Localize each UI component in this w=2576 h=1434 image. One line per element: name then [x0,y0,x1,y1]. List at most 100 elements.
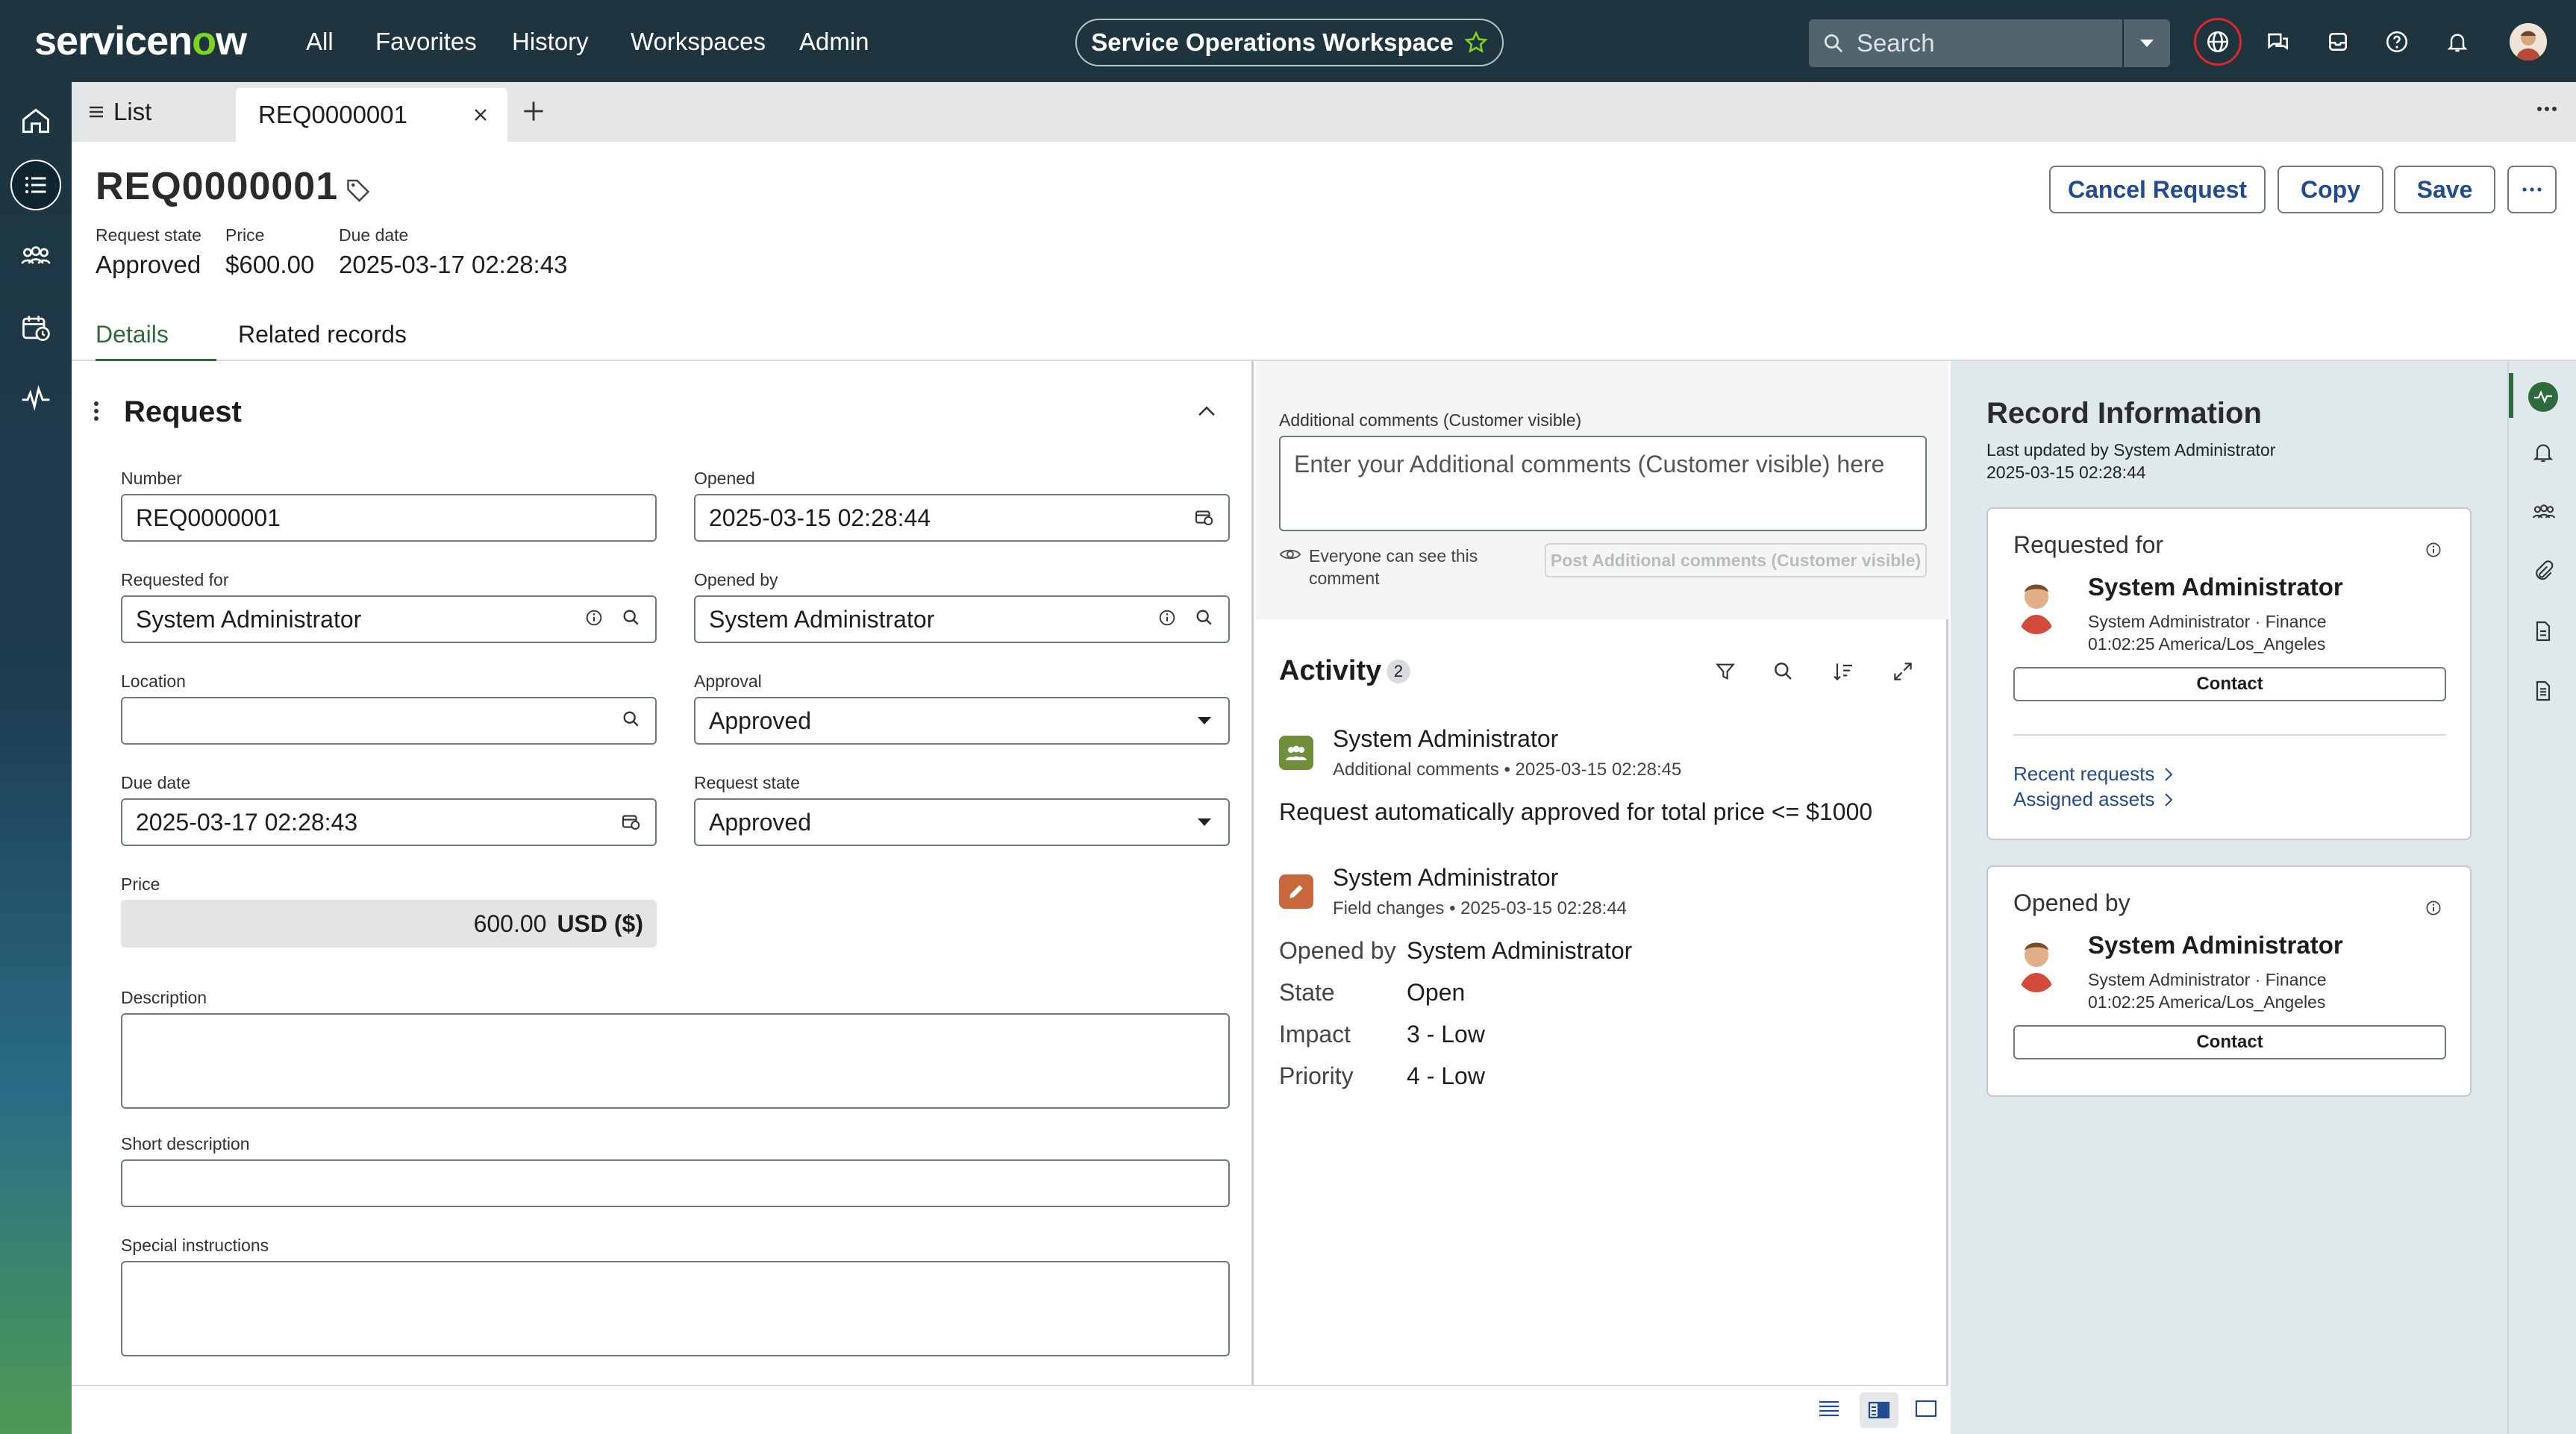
copy-button[interactable]: Copy [2278,166,2383,213]
info-icon[interactable] [2424,898,2443,918]
activity-author[interactable]: System Administrator [1333,864,1558,892]
post-comment-button[interactable]: Post Additional comments (Customer visib… [1545,543,1927,577]
search-scope-dropdown[interactable] [2124,19,2170,67]
due-date-field[interactable]: 2025-03-17 02:28:43 [121,798,657,846]
home-icon[interactable] [10,96,61,146]
close-tab-icon[interactable] [470,104,491,125]
save-button[interactable]: Save [2394,166,2495,213]
contact-button[interactable]: Contact [2013,1025,2446,1059]
layout-toggle-bar [72,1385,1948,1434]
activity-count-badge: 2 [1387,660,1410,683]
expand-icon[interactable] [1891,660,1915,683]
info-icon[interactable] [1157,607,1178,628]
nav-admin[interactable]: Admin [799,27,869,57]
inbox-icon[interactable] [2319,23,2357,60]
groups-icon[interactable] [2531,500,2557,525]
more-actions-button[interactable] [2507,166,2557,213]
nav-all[interactable]: All [306,27,334,57]
tab-record-label: REQ0000001 [258,101,407,128]
search-icon[interactable] [621,709,642,730]
info-icon[interactable] [584,607,604,628]
recent-requests-link[interactable]: Recent requests [2013,763,2174,786]
chat-icon[interactable] [2259,23,2296,60]
nav-history[interactable]: History [512,27,589,57]
comment-textarea[interactable]: Enter your Additional comments (Customer… [1279,436,1927,531]
contact-button[interactable]: Contact [2013,667,2446,701]
card-user-timezone: 01:02:25 America/Los_Angeles [2088,992,2326,1012]
more-horizontal-icon[interactable] [2536,104,2558,113]
global-search-input[interactable]: Search [1809,19,2122,67]
search-icon[interactable] [621,607,642,628]
star-icon[interactable] [1464,31,1488,54]
pulse-icon[interactable] [10,373,61,424]
workspace-switcher[interactable]: Service Operations Workspace [1075,19,1504,66]
calendar-clock-icon[interactable] [10,303,61,354]
opened-by-field[interactable]: System Administrator [694,595,1230,643]
globe-icon[interactable] [2194,18,2242,66]
knowledge-article-icon[interactable] [2531,679,2555,703]
tag-icon[interactable] [345,176,372,203]
chevron-up-icon[interactable] [1194,399,1219,425]
tab-req0000001[interactable]: REQ0000001 [236,88,507,142]
notifications-bell-icon[interactable] [2531,440,2555,464]
sort-icon[interactable] [1831,660,1855,683]
nav-favorites[interactable]: Favorites [375,27,477,57]
special-instructions-textarea[interactable] [121,1261,1230,1356]
opened-value: 2025-03-15 02:28:44 [709,504,931,531]
search-icon[interactable] [1194,607,1215,628]
tab-list[interactable]: List [72,82,236,142]
comment-placeholder: Enter your Additional comments (Customer… [1294,451,1885,478]
special-instructions-label: Special instructions [121,1236,269,1255]
location-field[interactable] [121,697,657,745]
caret-down-icon [2139,38,2155,48]
request-state-select[interactable]: Approved [694,798,1230,846]
caret-down-icon [1197,818,1212,827]
card-user-name[interactable]: System Administrator [2088,573,2343,601]
section-menu-icon[interactable] [93,400,100,422]
user-avatar[interactable] [2510,23,2547,60]
contextual-side-rail [2507,361,2576,1434]
split-view-icon[interactable] [1860,1392,1898,1428]
groups-icon[interactable] [10,231,61,282]
add-tab-icon[interactable] [519,97,548,125]
servicenow-logo[interactable]: servicenow [34,16,247,66]
document-icon[interactable] [2531,619,2555,643]
opened-by-card: Opened by System Administrator System Ad… [1986,865,2472,1097]
left-navigation-rail [0,82,72,1434]
tab-related-records[interactable]: Related records [216,321,407,348]
info-icon[interactable] [2424,540,2443,560]
opened-field[interactable]: 2025-03-15 02:28:44 [694,494,1230,542]
card-user-name[interactable]: System Administrator [2088,931,2343,959]
active-indicator [2509,373,2513,418]
calendar-icon[interactable] [1192,506,1215,528]
due-date-label: Due date [121,773,191,792]
card-heading: Opened by [2013,889,2130,916]
card-user-dept: System Administrator · Finance [2088,612,2327,631]
help-icon[interactable] [2378,23,2416,60]
approval-label: Approval [694,671,762,691]
activity-author[interactable]: System Administrator [1333,725,1558,753]
filter-icon[interactable] [1713,660,1737,683]
number-field[interactable]: REQ0000001 [121,494,657,542]
paperclip-icon[interactable] [2531,560,2555,583]
search-icon[interactable] [1772,660,1795,683]
approval-select[interactable]: Approved [694,697,1230,745]
notifications-bell-icon[interactable] [2439,23,2476,60]
field-change-value: 3 - Low [1407,1021,1485,1048]
short-description-input[interactable] [121,1159,1230,1207]
field-change-label: Impact [1279,1021,1351,1048]
header-due-label: Due date [339,225,409,245]
cancel-request-button[interactable]: Cancel Request [2049,166,2266,213]
description-textarea[interactable] [121,1013,1230,1109]
assigned-assets-link[interactable]: Assigned assets [2013,788,2174,811]
agent-assist-icon[interactable] [2527,381,2560,413]
chevron-right-icon [2163,766,2174,783]
nav-workspaces[interactable]: Workspaces [631,27,766,57]
header-price-label: Price [225,225,265,245]
calendar-icon[interactable] [619,810,642,833]
single-view-icon[interactable] [1915,1398,1937,1419]
list-icon[interactable] [10,160,61,210]
list-view-icon[interactable] [1818,1398,1840,1419]
requested-for-field[interactable]: System Administrator [121,595,657,643]
tab-details[interactable]: Details [96,321,216,363]
